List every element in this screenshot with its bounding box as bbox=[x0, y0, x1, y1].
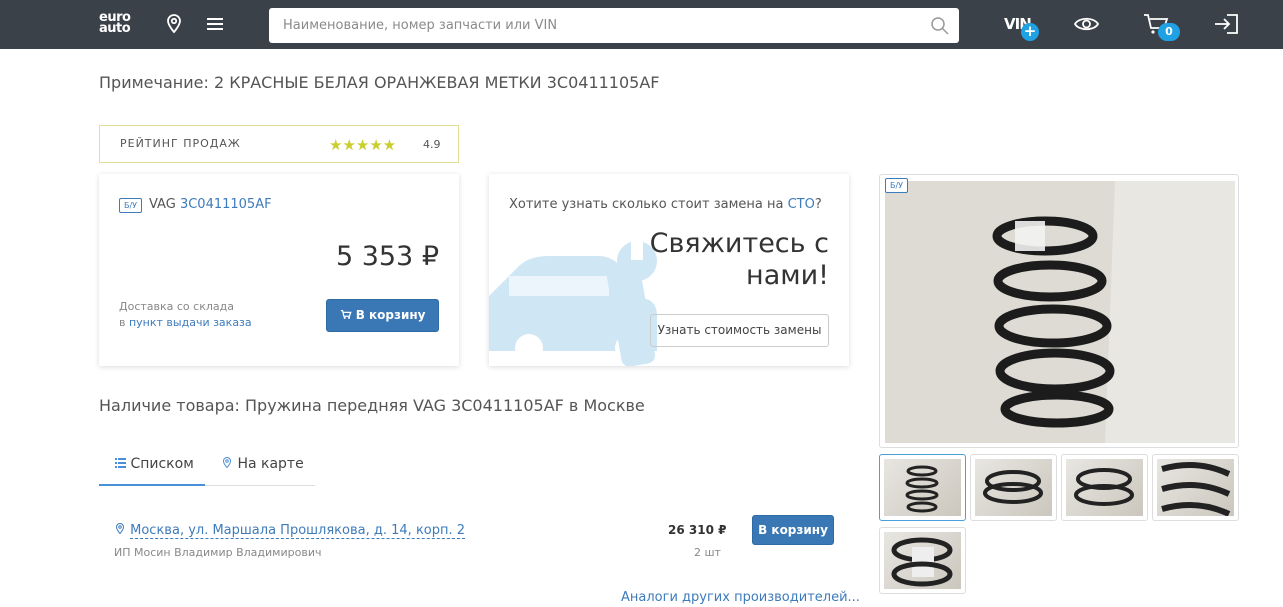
add-to-cart-button[interactable]: В корзину bbox=[326, 299, 439, 332]
spring-image bbox=[885, 181, 1235, 443]
part-number-link[interactable]: 3C0411105AF bbox=[180, 197, 272, 212]
spring-photo bbox=[885, 181, 1235, 443]
seller-name: ИП Мосин Владимир Владимирович bbox=[114, 546, 322, 559]
offer-add-to-cart-button[interactable]: В корзину bbox=[752, 515, 834, 545]
delivery-pickup: в пункт выдачи заказа bbox=[119, 316, 252, 329]
photo-condition-tag: Б/У bbox=[885, 178, 909, 193]
tab-map[interactable]: На карте bbox=[205, 445, 315, 486]
part-price: 5 353 ₽ bbox=[335, 241, 439, 272]
brand-name: VAG bbox=[149, 197, 176, 212]
offer-quantity: 2 шт bbox=[694, 546, 721, 559]
condition-tag: Б/У bbox=[119, 198, 143, 213]
service-title: Свяжитесь с нами! bbox=[649, 228, 829, 291]
cart-count-badge: 0 bbox=[1158, 23, 1180, 41]
rating-label: РЕЙТИНГ ПРОДАЖ bbox=[120, 137, 241, 150]
part-brand: VAG 3C0411105AF bbox=[149, 197, 272, 212]
cart-icon bbox=[340, 310, 352, 319]
availability-title: Наличие товара: Пружина передняя VAG 3C0… bbox=[99, 396, 645, 415]
sales-rating: РЕЙТИНГ ПРОДАЖ ★★★★★ 4.9 bbox=[99, 125, 459, 163]
map-pin-icon bbox=[115, 522, 125, 535]
list-icon bbox=[115, 458, 126, 468]
part-note: Примечание: 2 КРАСНЫЕ БЕЛАЯ ОРАНЖЕВАЯ МЕ… bbox=[99, 73, 660, 92]
site-logo[interactable]: euro auto bbox=[99, 11, 131, 35]
pickup-point-link[interactable]: пункт выдачи заказа bbox=[129, 316, 252, 329]
rating-value: 4.9 bbox=[423, 138, 441, 151]
delivery-text: Доставка со склада bbox=[119, 300, 234, 313]
eye-icon[interactable] bbox=[1073, 12, 1100, 36]
photo-thumbnail[interactable] bbox=[1061, 454, 1148, 521]
service-card: Хотите узнать сколько стоит замена на СТ… bbox=[489, 174, 849, 366]
buy-card: Б/У VAG 3C0411105AF 5 353 ₽ Доставка со … bbox=[99, 174, 459, 366]
search-box bbox=[269, 8, 959, 43]
top-header: euro auto VIN + 0 bbox=[0, 0, 1283, 49]
photo-thumbnail[interactable] bbox=[879, 454, 966, 521]
location-icon[interactable] bbox=[162, 12, 186, 36]
analogs-link[interactable]: Аналоги других производителей... bbox=[621, 590, 860, 605]
offer-price: 26 310 ₽ bbox=[668, 523, 727, 537]
rating-stars-icon: ★★★★★ bbox=[329, 136, 397, 154]
photo-thumbnail[interactable] bbox=[1152, 454, 1239, 521]
tab-list[interactable]: Списком bbox=[99, 445, 205, 486]
service-cost-button[interactable]: Узнать стоимость замены bbox=[650, 314, 829, 347]
main-photo[interactable]: Б/У bbox=[879, 174, 1239, 448]
map-pin-icon bbox=[222, 456, 232, 469]
store-address-link[interactable]: Москва, ул. Маршала Прошлякова, д. 14, к… bbox=[114, 521, 466, 539]
sto-link[interactable]: СТО bbox=[788, 197, 815, 212]
vin-plus-icon[interactable]: + bbox=[1021, 23, 1039, 41]
availability-tabs: Списком На карте bbox=[99, 445, 315, 486]
login-icon[interactable] bbox=[1213, 12, 1240, 36]
photo-thumbnail[interactable] bbox=[970, 454, 1057, 521]
search-icon[interactable] bbox=[930, 16, 950, 36]
service-question: Хотите узнать сколько стоит замена на СТ… bbox=[509, 197, 822, 212]
search-input[interactable] bbox=[269, 8, 909, 43]
menu-icon[interactable] bbox=[203, 12, 227, 36]
photo-thumbnail[interactable] bbox=[879, 527, 966, 594]
